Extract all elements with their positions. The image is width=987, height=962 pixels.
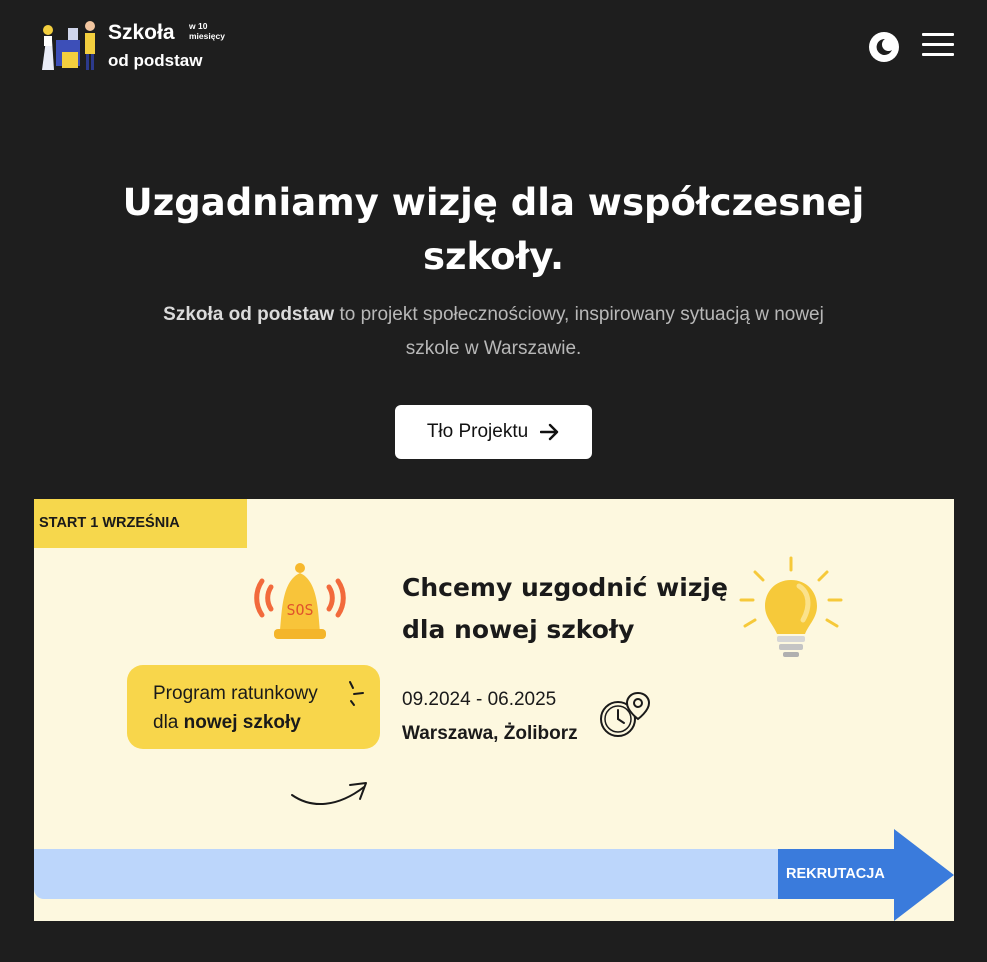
logo-tagline: w 10 miesięcy [189,21,225,41]
light-bulb-icon [739,556,843,657]
rescue-program-line2-prefix: dla [153,712,184,733]
curved-arrow-icon [291,782,367,805]
hamburger-menu-button[interactable] [922,33,956,61]
banner-title: Chcemy uzgodnić wizję dla nowej szkoły [402,567,752,651]
clock-location-icon [600,691,651,737]
timeline-bar [34,849,784,899]
hamburger-menu-icon-line [922,43,954,46]
project-location: Warszawa, Żoliborz [402,723,578,744]
hamburger-menu-icon-line [922,53,954,56]
theme-toggle-button[interactable] [868,31,900,63]
rescue-program-box: Program ratunkowy dla nowej szkoły [127,665,380,749]
project-background-button[interactable]: Tło Projektu [395,405,592,459]
logo-tagline-line1: w 10 [189,21,208,31]
hero-description: Szkoła od podstaw to projekt społecznośc… [150,298,837,366]
recruitment-label: REKRUTACJA [786,866,885,882]
start-date-tag: START 1 WRZEŚNIA [34,499,247,548]
project-dates: 09.2024 - 06.2025 [402,689,557,710]
moon-icon [869,32,899,62]
rescue-program-line1: Program ratunkowy [153,683,318,704]
project-banner: START 1 WRZEŚNIA SOS Chcemy uzgodnić wiz… [34,499,954,921]
sos-bell-text: SOS [286,601,313,619]
sparkle-lines-icon [349,681,364,706]
hero-title: Uzgadniamy wizję dla współczesnej szkoły… [122,181,865,278]
logo-figures-icon [42,21,95,70]
banner-title-line2: dla nowej szkoły [402,615,635,644]
logo-subtitle: od podstaw [108,51,203,70]
hero-description-text: to projekt społecznościowy, inspirowany … [334,304,824,359]
sos-bell-icon: SOS [254,563,346,639]
hero-description-brand: Szkoła od podstaw [163,304,335,325]
banner-title-line1: Chcemy uzgodnić wizję [402,573,728,602]
logo-title: Szkoła [108,21,175,44]
project-background-button-label: Tło Projektu [426,421,529,442]
rescue-program-line2-bold: nowej szkoły [183,712,301,733]
site-header: Szkoła w 10 miesięcy od podstaw [0,0,987,100]
logo-tagline-line2: miesięcy [189,31,225,41]
hamburger-menu-icon-line [922,33,954,36]
arrow-right-icon [540,423,559,441]
site-logo[interactable]: Szkoła w 10 miesięcy od podstaw [38,18,248,78]
